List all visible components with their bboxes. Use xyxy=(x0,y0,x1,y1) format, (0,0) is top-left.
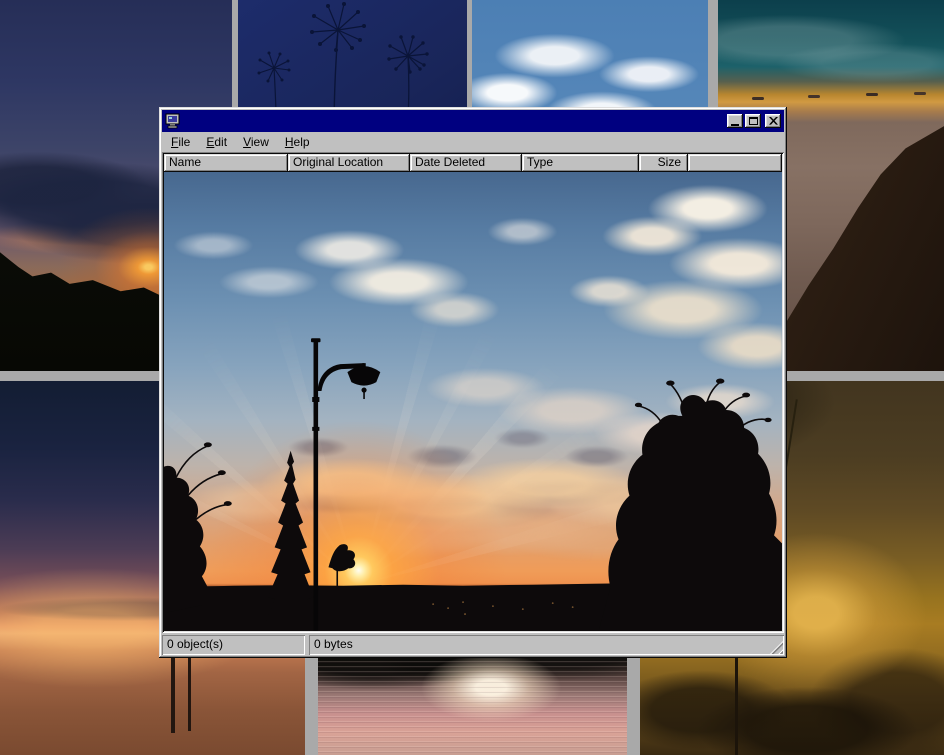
close-button[interactable] xyxy=(765,114,781,128)
computer-icon xyxy=(165,113,181,129)
menu-view[interactable]: View xyxy=(235,133,277,152)
maximize-button[interactable] xyxy=(745,114,761,128)
status-bar: 0 object(s) 0 bytes xyxy=(162,633,784,655)
plant-stem xyxy=(735,649,738,755)
list-background-sunset-photo xyxy=(164,172,782,631)
column-header-date-deleted[interactable]: Date Deleted xyxy=(410,154,522,172)
menu-bar: File Edit View Help xyxy=(162,132,784,152)
list-view: Name Original Location Date Deleted Type… xyxy=(162,152,784,633)
column-header-type[interactable]: Type xyxy=(522,154,639,172)
recycle-bin-window: File Edit View Help Name Original Locati… xyxy=(159,107,787,658)
fog-island-peaks xyxy=(718,0,730,3)
menu-help[interactable]: Help xyxy=(277,133,318,152)
maximize-icon xyxy=(749,117,758,125)
minimize-button[interactable] xyxy=(727,114,743,128)
silhouettes xyxy=(164,172,782,631)
column-header-original-location[interactable]: Original Location xyxy=(288,154,410,172)
column-header-name[interactable]: Name xyxy=(164,154,288,172)
menu-file[interactable]: File xyxy=(163,133,198,152)
column-header-size[interactable]: Size xyxy=(639,154,688,172)
status-objects: 0 object(s) xyxy=(162,635,305,655)
menu-edit[interactable]: Edit xyxy=(198,133,235,152)
minimize-icon xyxy=(731,124,739,126)
titlebar[interactable] xyxy=(162,110,784,132)
status-bytes: 0 bytes xyxy=(309,635,784,655)
column-header-row: Name Original Location Date Deleted Type… xyxy=(164,154,782,172)
column-header-filler xyxy=(688,154,782,172)
close-icon xyxy=(769,117,778,125)
screen: File Edit View Help Name Original Locati… xyxy=(0,0,944,755)
